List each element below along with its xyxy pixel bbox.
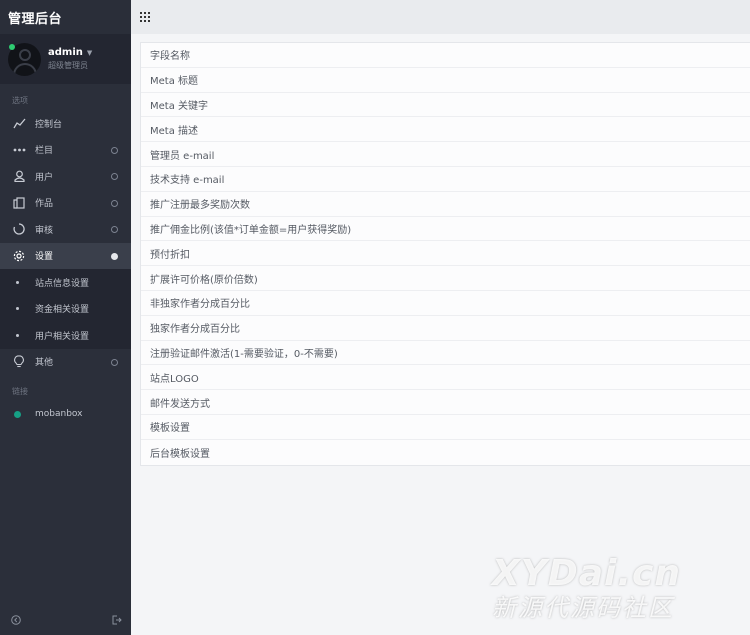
sidebar-item-users[interactable]: 用户 xyxy=(0,163,131,190)
main-content: 字段名称 Meta 标题 Meta 关键字 Meta 描述 管理员 e-mail… xyxy=(131,34,750,635)
watermark-line1: XYDai.cn xyxy=(492,553,681,594)
sidebar-item-columns[interactable]: 栏目 xyxy=(0,137,131,164)
sidebar-item-works[interactable]: 作品 xyxy=(0,190,131,217)
sidebar-item-label: 控制台 xyxy=(35,119,63,130)
sidebar-item-label: 作品 xyxy=(35,199,54,210)
field-row[interactable]: 预付折扣 xyxy=(141,241,750,267)
field-row[interactable]: 管理员 e-mail xyxy=(141,142,750,167)
sidebar-item-label: 审核 xyxy=(35,225,54,236)
field-row[interactable]: Meta 标题 xyxy=(141,67,750,93)
sidebar-item-other[interactable]: 其他 xyxy=(0,349,131,376)
user-icon xyxy=(12,169,26,183)
sidebar-item-review[interactable]: 审核 xyxy=(0,216,131,243)
field-row[interactable]: Meta 描述 xyxy=(141,117,750,143)
field-row[interactable]: 推广注册最多奖励次数 xyxy=(141,191,750,217)
profile-name[interactable]: admin xyxy=(48,47,83,58)
sidebar-item-label: 其他 xyxy=(35,358,54,369)
brand-title[interactable]: 管理后台 xyxy=(0,0,131,34)
sidebar-subitem-funds[interactable]: 资金相关设置 xyxy=(0,295,131,322)
online-status-dot xyxy=(9,44,15,50)
section-label-links: 链接 xyxy=(12,387,28,396)
sidebar-subitem-label: 资金相关设置 xyxy=(35,305,90,316)
field-header: 字段名称 xyxy=(141,43,750,68)
topbar xyxy=(131,0,750,34)
sidebar-footer xyxy=(0,605,131,635)
copy-icon xyxy=(12,196,26,210)
user-profile[interactable]: admin ▼ 超级管理员 xyxy=(0,34,131,84)
logout-icon[interactable] xyxy=(111,614,122,625)
sidebar-subitem-label: 站点信息设置 xyxy=(35,278,90,289)
gear-icon xyxy=(12,249,26,263)
chart-line-icon xyxy=(12,116,26,130)
expand-circle-icon xyxy=(111,173,118,180)
sidebar-subitem-site-info[interactable]: 站点信息设置 xyxy=(0,269,131,296)
field-row[interactable]: 注册验证邮件激活(1-需要验证，0-不需要) xyxy=(141,340,750,366)
expand-circle-icon xyxy=(111,226,118,233)
expand-circle-icon xyxy=(111,146,118,154)
expand-circle-icon xyxy=(111,199,118,207)
sidebar-item-dashboard[interactable]: 控制台 xyxy=(0,110,131,137)
settings-field-list: 字段名称 Meta 标题 Meta 关键字 Meta 描述 管理员 e-mail… xyxy=(140,42,750,466)
sidebar: 管理后台 admin ▼ 超级管理员 选项 控制台 栏目 用户 作品 审核 设置… xyxy=(0,0,131,635)
sidebar-link-mobanbox[interactable]: mobanbox xyxy=(0,401,131,427)
field-row[interactable]: 邮件发送方式 xyxy=(141,390,750,415)
field-row[interactable]: 独家作者分成百分比 xyxy=(141,315,750,341)
dots-icon xyxy=(12,143,26,157)
sidebar-subitem-label: 用户相关设置 xyxy=(35,331,90,342)
spinner-icon xyxy=(12,222,26,236)
field-row[interactable]: 推广佣金比例(该值*订单金额=用户获得奖励) xyxy=(141,216,750,242)
caret-down-icon[interactable]: ▼ xyxy=(87,49,92,57)
field-row[interactable]: 模板设置 xyxy=(141,414,750,440)
sidebar-item-settings[interactable]: 设置 xyxy=(0,242,131,269)
active-circle-icon xyxy=(111,252,118,260)
field-row[interactable]: 技术支持 e-mail xyxy=(141,166,750,192)
bullet-icon xyxy=(16,307,19,311)
sidebar-item-label: 栏目 xyxy=(35,146,54,157)
expand-circle-icon xyxy=(111,358,118,366)
field-row[interactable]: 非独家作者分成百分比 xyxy=(141,290,750,316)
field-row[interactable]: 扩展许可价格(原价倍数) xyxy=(141,266,750,291)
field-row[interactable]: 后台模板设置 xyxy=(141,439,750,465)
collapse-sidebar-icon[interactable] xyxy=(10,614,21,625)
sidebar-item-label: 设置 xyxy=(35,252,54,263)
bullet-icon xyxy=(16,333,19,337)
grid-menu-icon[interactable] xyxy=(140,12,150,22)
field-row[interactable]: 站点LOGO xyxy=(141,365,750,391)
profile-role: 超级管理员 xyxy=(48,61,88,70)
status-dot-icon xyxy=(14,410,21,418)
section-label-options: 选项 xyxy=(12,96,28,105)
sidebar-item-label: 用户 xyxy=(35,172,54,183)
field-row[interactable]: Meta 关键字 xyxy=(141,92,750,118)
sidebar-subitem-user-settings[interactable]: 用户相关设置 xyxy=(0,322,131,349)
watermark-line2: 新源代源码社区 xyxy=(492,594,674,622)
sidebar-link-label: mobanbox xyxy=(35,409,83,419)
bullet-icon xyxy=(16,280,19,284)
watermark: XYDai.cn 新源代源码社区 xyxy=(492,555,742,623)
lightbulb-icon xyxy=(12,355,26,369)
